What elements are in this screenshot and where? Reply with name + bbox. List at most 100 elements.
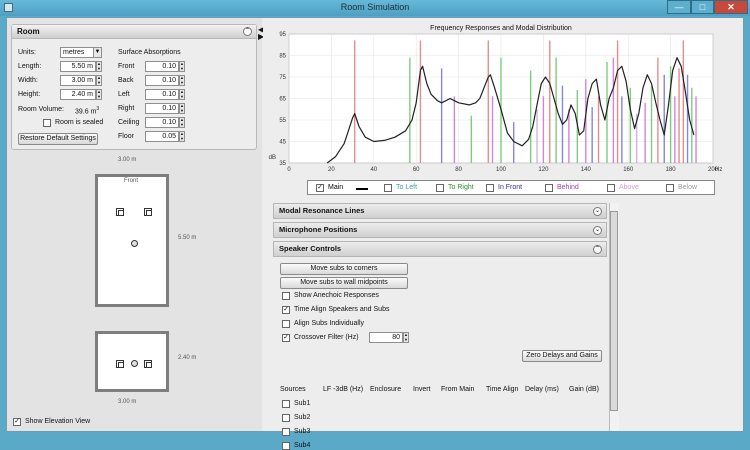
x-tick-label: 60 xyxy=(413,167,420,173)
crossover-label: Crossover Filter (Hz) xyxy=(294,334,359,341)
restore-defaults-button[interactable]: Restore Default Settings xyxy=(18,133,98,145)
move-subs-walls-button[interactable]: Move subs to wall midpoints xyxy=(280,277,408,289)
surface-field-right[interactable]: 0.10 xyxy=(145,103,179,114)
room-sealed-label: Room is sealed xyxy=(55,119,104,126)
surface-field-left[interactable]: 0.10 xyxy=(145,89,179,100)
column-header: Invert xyxy=(413,386,431,393)
elevation-view-label: Show Elevation View xyxy=(25,418,91,425)
width-label: Width: xyxy=(18,77,38,84)
legend-checkbox-main[interactable]: ✓ xyxy=(316,184,324,192)
left-speaker-icon[interactable] xyxy=(116,208,124,216)
legend-label-behind: Behind xyxy=(557,184,579,191)
time-align-checkbox[interactable]: ✓ xyxy=(282,306,290,314)
units-label: Units: xyxy=(18,49,36,56)
units-select[interactable]: metres xyxy=(60,47,94,58)
surface-spinner[interactable]: ▲ ▼ xyxy=(179,117,185,128)
room-plan[interactable]: Front xyxy=(95,174,169,307)
legend-checkbox-above[interactable] xyxy=(607,184,615,192)
anechoic-checkbox[interactable] xyxy=(282,292,290,300)
right-pane: Frequency Responses and Modal Distributi… xyxy=(263,18,743,450)
crossover-spinner[interactable]: ▲ ▼ xyxy=(403,332,409,343)
plan-width-dim: 3.00 m xyxy=(118,157,137,163)
maximize-button[interactable]: □ xyxy=(691,0,714,14)
width-field[interactable]: 3.00 m xyxy=(60,75,96,86)
expand-icon[interactable]: ⌄ xyxy=(593,226,602,235)
room-sealed-checkbox[interactable] xyxy=(43,119,51,127)
time-align-label: Time Align Speakers and Subs xyxy=(294,306,390,313)
crossover-checkbox[interactable]: ✓ xyxy=(282,334,290,342)
surface-spinner[interactable]: ▲ ▼ xyxy=(179,89,185,100)
surface-spinner[interactable]: ▲ ▼ xyxy=(179,75,185,86)
x-tick-label: 0 xyxy=(287,167,291,173)
crossover-field[interactable]: 80 xyxy=(369,332,403,343)
surface-field-ceiling[interactable]: 0.10 xyxy=(145,117,179,128)
surface-label-ceiling: Ceiling xyxy=(118,119,140,126)
chevron-down-icon[interactable]: ▼ xyxy=(93,47,102,58)
modal-lines-section[interactable]: Modal Resonance Lines ⌄ xyxy=(273,203,607,219)
legend: ✓ Main To Left To Right In Front Behind Above B… xyxy=(307,180,715,195)
right-speaker-icon[interactable] xyxy=(144,208,152,216)
surface-field-floor[interactable]: 0.05 xyxy=(145,131,179,142)
x-tick-label: 140 xyxy=(581,167,592,173)
legend-checkbox-below[interactable] xyxy=(666,184,674,192)
modal-lines-title: Modal Resonance Lines xyxy=(279,206,365,215)
sub-checkbox[interactable] xyxy=(282,400,290,408)
room-panel-header: Room ⌃ xyxy=(12,25,256,39)
legend-checkbox-behind[interactable] xyxy=(545,184,553,192)
surface-spinner[interactable]: ▲ ▼ xyxy=(179,103,185,114)
sub-checkbox[interactable] xyxy=(282,414,290,422)
zero-delays-button[interactable]: Zero Delays and Gains xyxy=(522,350,602,362)
y-unit-label: dB xyxy=(269,155,276,161)
scrollbar-thumb[interactable] xyxy=(610,211,618,411)
legend-checkbox-in-front[interactable] xyxy=(486,184,494,192)
microphone-icon[interactable] xyxy=(131,360,138,367)
close-button[interactable]: ✕ xyxy=(714,0,748,14)
right-speaker-icon[interactable] xyxy=(144,360,152,368)
frequency-chart: Frequency Responses and Modal Distributi… xyxy=(269,25,723,173)
surface-label-right: Right xyxy=(118,105,135,112)
height-label: Height: xyxy=(18,91,41,98)
width-spinner[interactable]: ▲ ▼ xyxy=(96,75,102,86)
surface-field-back[interactable]: 0.10 xyxy=(145,75,179,86)
surface-field-front[interactable]: 0.10 xyxy=(145,61,179,72)
expand-icon[interactable]: ⌄ xyxy=(593,207,602,216)
sub-checkbox[interactable] xyxy=(282,442,290,450)
sub-checkbox[interactable] xyxy=(282,428,290,436)
length-spinner[interactable]: ▲ ▼ xyxy=(96,61,102,72)
legend-checkbox-to-right[interactable] xyxy=(436,184,444,192)
collapse-icon[interactable]: ⌃ xyxy=(243,27,252,36)
y-tick-label: 45 xyxy=(279,140,286,146)
room-elevation[interactable] xyxy=(95,331,169,392)
room-panel: Room ⌃ Units: metres ▼ Length: 5.50 m ▲ ▼ … xyxy=(11,24,257,150)
surface-spinner[interactable]: ▲ ▼ xyxy=(179,61,185,72)
collapse-icon[interactable]: ⌃ xyxy=(593,245,602,254)
y-tick-label: 85 xyxy=(279,54,286,60)
left-speaker-icon[interactable] xyxy=(116,360,124,368)
elevation-view-checkbox[interactable]: ✓ xyxy=(13,418,21,426)
column-header: Delay (ms) xyxy=(525,386,559,393)
x-unit-label: Hz xyxy=(715,167,722,173)
minimize-button[interactable]: — xyxy=(667,0,691,14)
align-subs-label: Align Subs Individually xyxy=(294,320,365,327)
surface-label-back: Back xyxy=(118,77,134,84)
speaker-controls-title: Speaker Controls xyxy=(279,244,342,253)
y-tick-label: 95 xyxy=(279,32,286,38)
x-tick-label: 180 xyxy=(666,167,677,173)
height-field[interactable]: 2.40 m xyxy=(60,89,96,100)
length-field[interactable]: 5.50 m xyxy=(60,61,96,72)
column-header: Sources xyxy=(280,386,306,393)
elevation-width-dim: 3.00 m xyxy=(118,399,137,405)
app-content: Room ⌃ Units: metres ▼ Length: 5.50 m ▲ ▼ … xyxy=(6,17,744,450)
left-pane: Room ⌃ Units: metres ▼ Length: 5.50 m ▲ ▼ … xyxy=(7,18,262,431)
move-subs-corners-button[interactable]: Move subs to corners xyxy=(280,263,408,275)
microphone-section[interactable]: Microphone Positions ⌄ xyxy=(273,222,607,238)
legend-checkbox-to-left[interactable] xyxy=(384,184,392,192)
microphone-icon[interactable] xyxy=(131,240,138,247)
align-subs-checkbox[interactable] xyxy=(282,320,290,328)
x-tick-label: 80 xyxy=(455,167,462,173)
legend-label-to-right: To Right xyxy=(448,184,474,191)
surface-spinner[interactable]: ▲ ▼ xyxy=(179,131,185,142)
height-spinner[interactable]: ▲ ▼ xyxy=(96,89,102,100)
speaker-controls-section[interactable]: Speaker Controls ⌃ xyxy=(273,241,607,257)
absorptions-title: Surface Absorptions xyxy=(118,49,181,56)
